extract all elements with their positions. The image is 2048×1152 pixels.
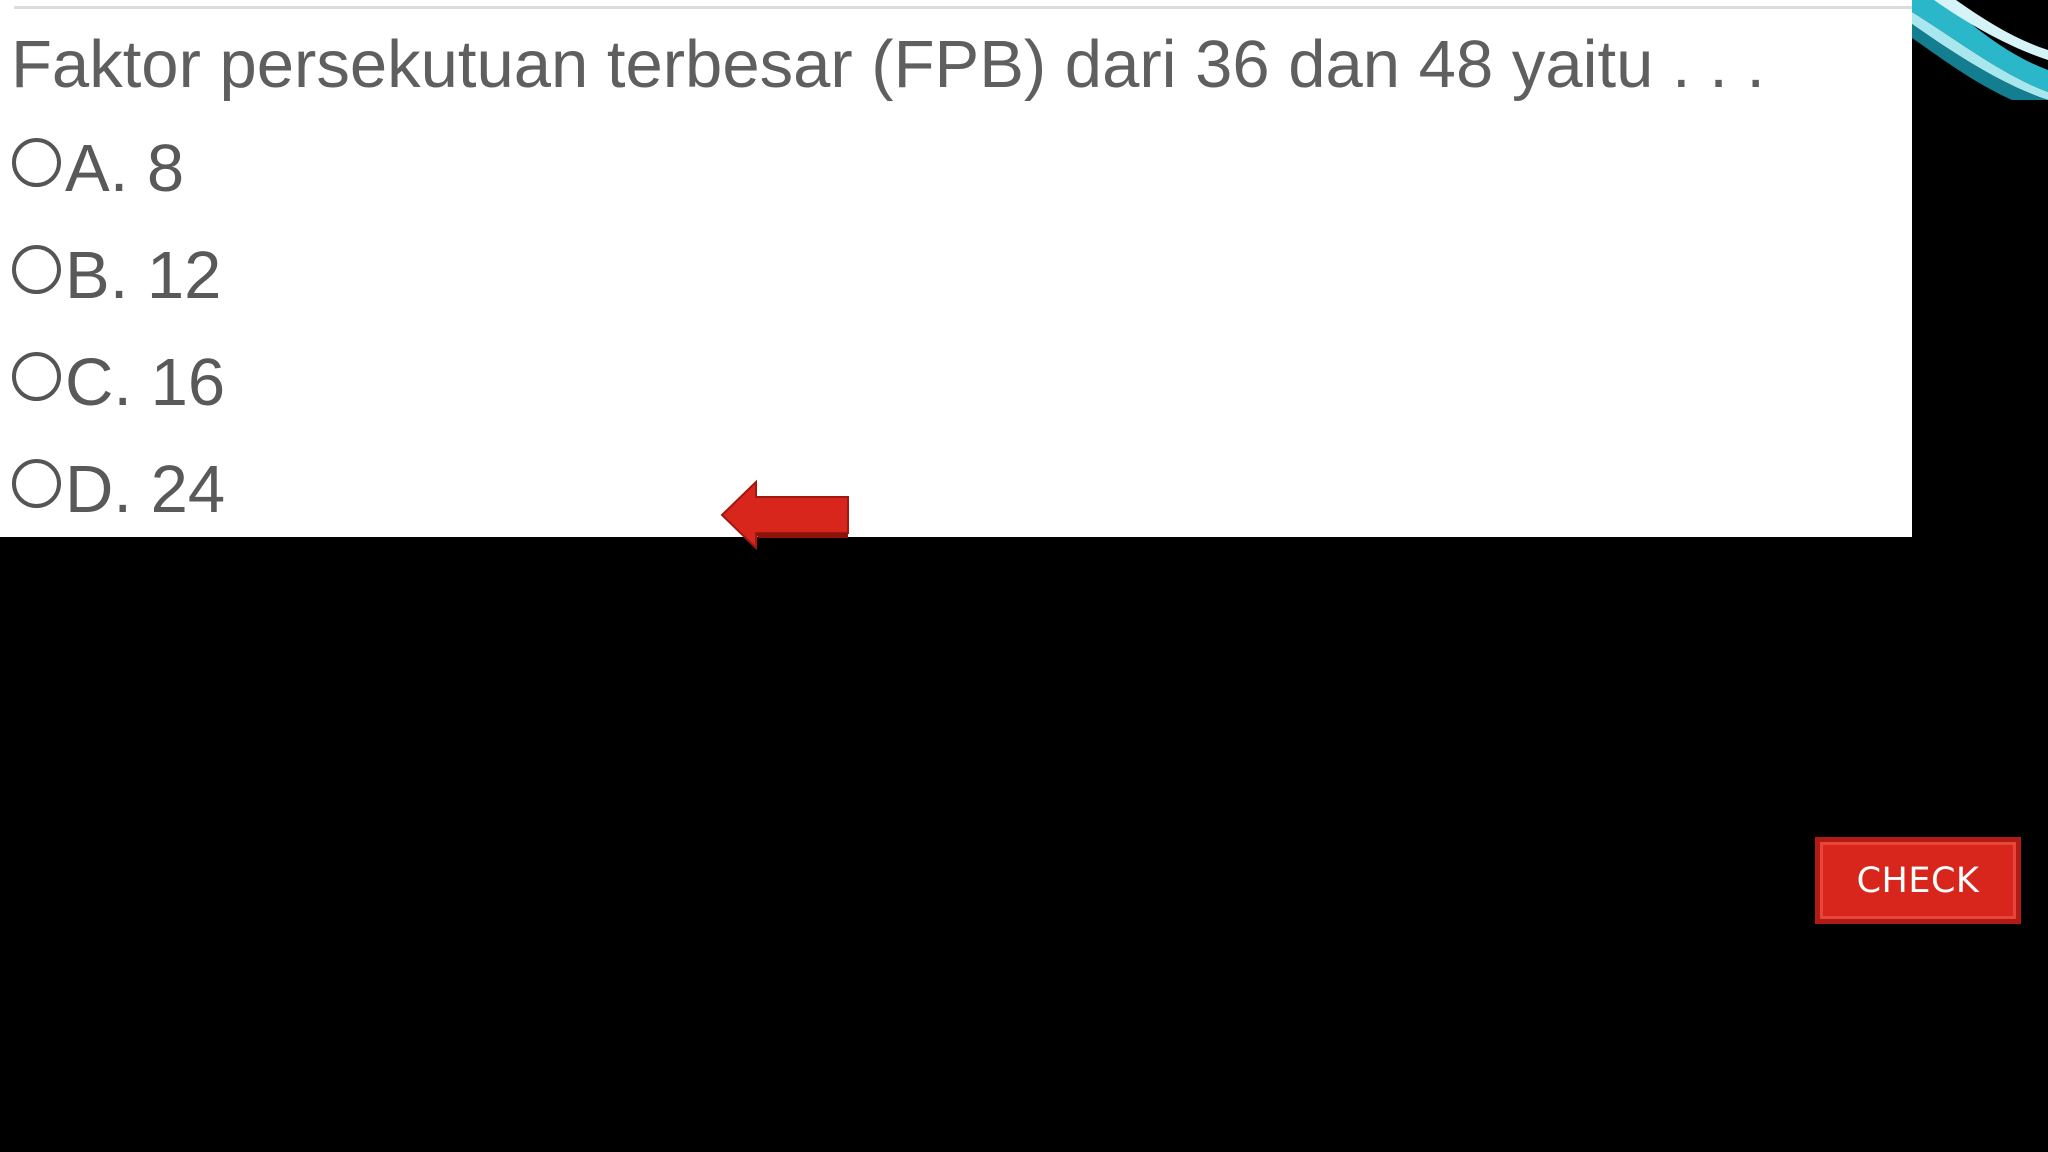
option-c[interactable]: C. 16 xyxy=(12,338,225,428)
left-arrow-icon xyxy=(720,479,849,551)
option-b[interactable]: B. 12 xyxy=(12,231,221,321)
option-b-label: B. 12 xyxy=(65,238,222,313)
option-d[interactable]: D. 24 xyxy=(12,445,225,535)
quiz-slide: Faktor persekutuan terbesar (FPB) dari 3… xyxy=(0,0,2048,1152)
check-button[interactable]: CHECK xyxy=(1815,837,2021,924)
radio-unselected-icon[interactable] xyxy=(12,244,61,294)
option-a-label: A. 8 xyxy=(65,131,185,206)
quiz-panel: Faktor persekutuan terbesar (FPB) dari 3… xyxy=(0,0,1912,537)
option-d-label: D. 24 xyxy=(65,452,226,527)
question-text: Faktor persekutuan terbesar (FPB) dari 3… xyxy=(11,27,1766,102)
option-c-label: C. 16 xyxy=(65,345,226,420)
corner-swoosh xyxy=(1912,0,2048,100)
radio-unselected-icon[interactable] xyxy=(12,458,61,508)
top-divider xyxy=(14,0,1912,9)
radio-unselected-icon[interactable] xyxy=(12,137,61,187)
radio-unselected-icon[interactable] xyxy=(12,351,61,401)
option-a[interactable]: A. 8 xyxy=(12,124,184,214)
